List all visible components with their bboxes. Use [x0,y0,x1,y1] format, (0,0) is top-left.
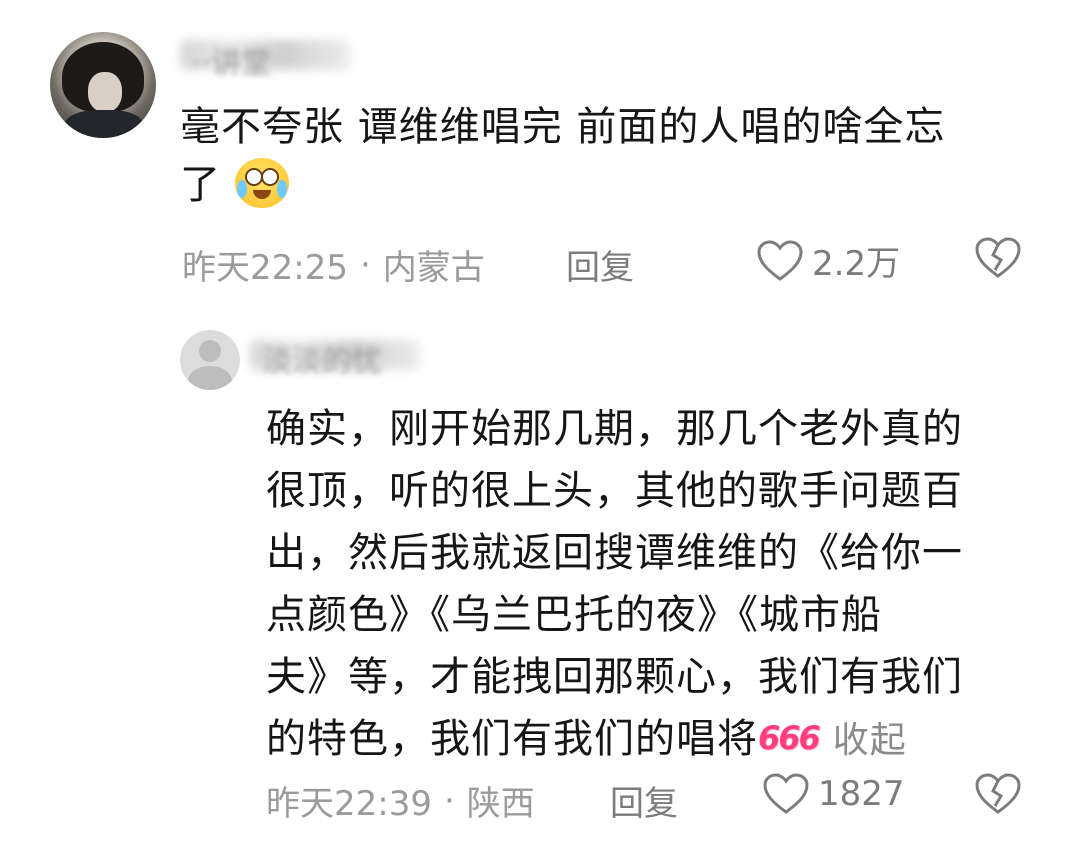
like-button[interactable]: 2.2万 [756,236,900,285]
broken-heart-icon [975,773,1021,814]
reply-username[interactable]: 淡淡的忧 [262,336,382,380]
comment-text-line: 了 [180,156,1040,214]
reply-text-line: 确实，刚开始那几期，那几个老外真的 [266,406,963,452]
comment-text-line: 毫不夸张 谭维维唱完 前面的人唱的啥全忘 [180,104,946,150]
comment-meta: 昨天22:25 · 内蒙古 [182,240,485,289]
heart-icon [757,239,803,281]
timestamp: 昨天22:39 [266,784,432,824]
like-count: 2.2万 [812,244,901,284]
reply-button[interactable]: 回复 [566,240,634,289]
dislike-button[interactable] [974,236,1022,284]
comment-text: 毫不夸张 谭维维唱完 前面的人唱的啥全忘 了 [180,98,1040,214]
location: 内蒙古 [382,248,485,288]
collapse-button[interactable]: 收起 [833,720,907,761]
username[interactable]: ··讲堂 [192,38,271,82]
dislike-button[interactable] [974,772,1022,820]
heart-icon [763,773,809,814]
avatar[interactable] [50,32,156,138]
reply-text-line: 出，然后我就返回搜谭维维的《给你一 [266,530,963,576]
separator: · [443,780,455,821]
like-button[interactable]: 1827 [762,772,905,816]
reply-meta: 昨天22:39 · 陕西 [266,776,535,825]
comment-text-tail: 了 [180,162,221,208]
reply-text-line: 夫》等，才能拽回那颗心，我们有我们 [266,654,963,700]
comment-thread: ··讲堂 毫不夸张 谭维维唱完 前面的人唱的啥全忘 了 昨天22:25 · 内蒙… [0,0,1080,857]
reply-text: 确实，刚开始那几期，那几个老外真的 很顶，听的很上头，其他的歌手问题百 出，然后… [266,398,1046,772]
separator: · [359,244,371,285]
reply-text-tail: 的特色，我们有我们的唱将 [266,716,758,762]
timestamp: 昨天22:25 [182,248,348,288]
reply-avatar[interactable] [180,330,240,390]
location: 陕西 [466,784,535,824]
reply-text-line: 很顶，听的很上头，其他的歌手问题百 [266,468,963,514]
broken-heart-icon [975,237,1021,278]
like-count: 1827 [818,774,905,814]
reply-text-line: 点颜色》《乌兰巴托的夜》《城市船 [266,592,882,638]
reply-button[interactable]: 回复 [610,776,678,825]
666-sticker-icon: 666 [758,719,821,757]
crying-laughing-emoji-icon [234,158,289,208]
reply-text-line: 的特色，我们有我们的唱将666 收起 [266,708,1046,772]
